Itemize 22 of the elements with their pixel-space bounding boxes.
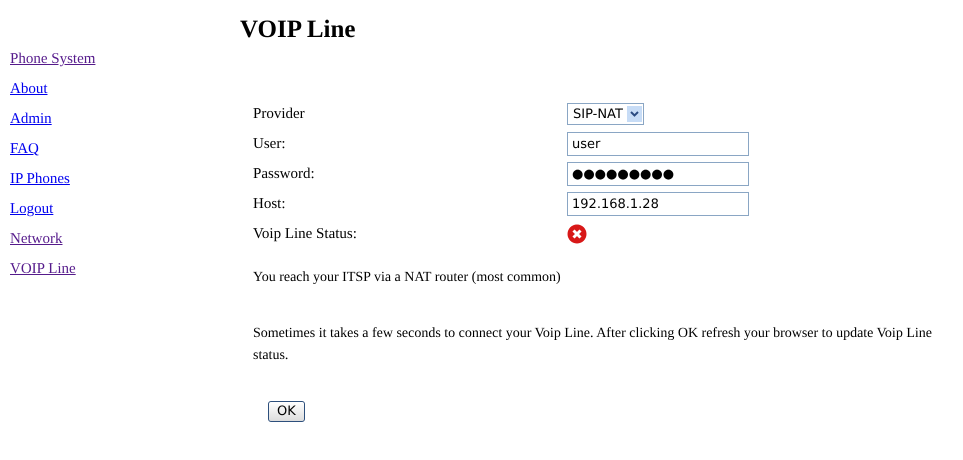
field-label: Provider — [253, 105, 306, 124]
nav-link[interactable]: Phone System — [10, 44, 96, 74]
input-field[interactable]: user — [567, 132, 749, 156]
provider-select[interactable]: SIP-NAT — [567, 103, 644, 125]
field-label: Voip Line Status: — [253, 225, 358, 244]
nav-link[interactable]: Network — [10, 224, 62, 254]
nav-link[interactable]: Logout — [10, 194, 54, 224]
info-text: Sometimes it takes a few seconds to connect your Voip Line. After clicking OK refresh your browser to update Voip Line status. — [253, 325, 933, 365]
info-text: You reach your ITSP via a NAT router (most common) — [253, 269, 562, 287]
page-title: VOIP Line — [240, 15, 356, 45]
nav-link[interactable]: Admin — [10, 104, 52, 134]
field-label: User: — [253, 135, 286, 154]
nav-link[interactable]: FAQ — [10, 134, 39, 164]
nav-link[interactable]: About — [10, 74, 48, 104]
input-field[interactable]: ●●●●●●●●● — [567, 162, 749, 186]
caret-icon — [626, 106, 642, 122]
field-label: Password: — [253, 165, 316, 184]
nav-link[interactable]: VOIP Line — [10, 254, 76, 284]
field-label: Host: — [253, 195, 287, 214]
input-field[interactable]: 192.168.1.28 — [567, 192, 749, 216]
ok-button[interactable]: OK — [268, 401, 305, 422]
nav-link[interactable]: IP Phones — [10, 164, 70, 194]
